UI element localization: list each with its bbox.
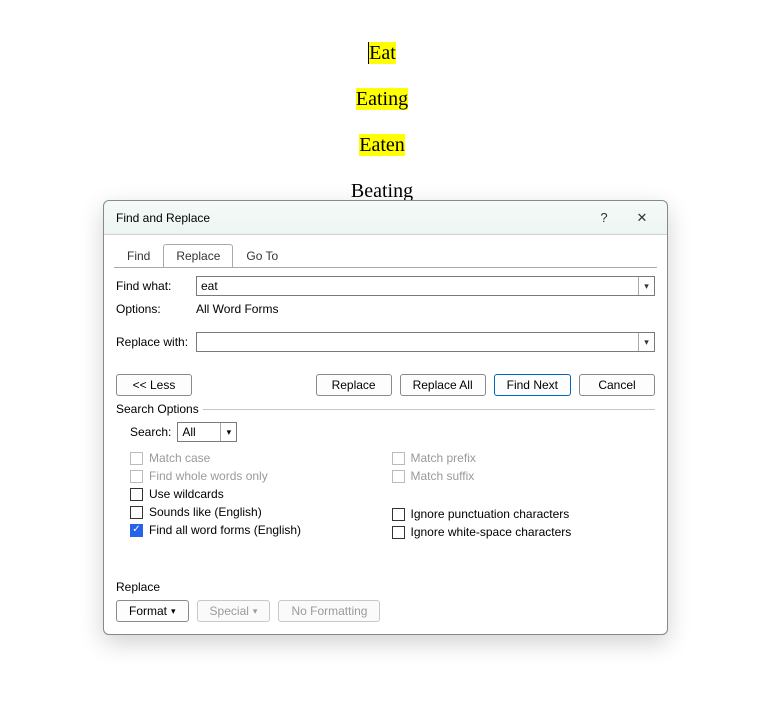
replace-formatting-section: Replace Format▾ Special▾ No Formatting	[116, 580, 655, 622]
tab-find[interactable]: Find	[114, 244, 163, 268]
check-wildcards[interactable]: Use wildcards	[130, 486, 392, 502]
checkbox-icon	[130, 506, 143, 519]
checkbox-icon	[130, 470, 143, 483]
tab-replace[interactable]: Replace	[163, 244, 233, 268]
tab-strip: Find Replace Go To	[104, 235, 667, 267]
check-match-suffix: Match suffix	[392, 468, 654, 484]
doc-word-4: Beating	[351, 180, 413, 202]
titlebar[interactable]: Find and Replace ? ✕	[104, 201, 667, 235]
chevron-down-icon: ▾	[171, 606, 176, 617]
dialog-content: Find what: ▾ Options: All Word Forms Rep…	[104, 268, 667, 634]
special-button: Special▾	[197, 600, 271, 622]
cancel-button[interactable]: Cancel	[579, 374, 655, 396]
replace-with-label: Replace with:	[116, 335, 196, 349]
no-formatting-button: No Formatting	[278, 600, 380, 622]
doc-word-2: Eating	[356, 88, 408, 110]
chevron-down-icon[interactable]: ▾	[638, 333, 654, 351]
find-replace-dialog: Find and Replace ? ✕ Find Replace Go To …	[103, 200, 668, 635]
replace-all-button[interactable]: Replace All	[400, 374, 486, 396]
checkbox-icon	[392, 526, 405, 539]
options-label: Options:	[116, 302, 196, 316]
find-what-combo[interactable]: ▾	[196, 276, 655, 296]
help-button[interactable]: ?	[585, 205, 623, 231]
find-what-label: Find what:	[116, 279, 196, 293]
search-direction-combo[interactable]: All ▾	[177, 422, 237, 442]
search-options-legend: Search Options	[116, 402, 203, 416]
replace-section-header: Replace	[116, 580, 655, 594]
close-button[interactable]: ✕	[623, 205, 661, 231]
check-ignore-punct[interactable]: Ignore punctuation characters	[392, 506, 654, 522]
checkbox-icon	[392, 452, 405, 465]
checkbox-icon: ✓	[130, 524, 143, 537]
check-match-prefix: Match prefix	[392, 450, 654, 466]
check-ignore-whitespace[interactable]: Ignore white-space characters	[392, 524, 654, 540]
document-area: Eat Eating Eaten Beating	[0, 0, 764, 214]
chevron-down-icon[interactable]: ▾	[220, 423, 236, 441]
check-sounds-like[interactable]: Sounds like (English)	[130, 504, 392, 520]
checkbox-icon	[130, 452, 143, 465]
find-next-button[interactable]: Find Next	[494, 374, 571, 396]
tab-goto[interactable]: Go To	[233, 244, 291, 268]
search-options-group: Search Options Search: All ▾ Match case …	[116, 402, 655, 544]
check-word-forms[interactable]: ✓Find all word forms (English)	[130, 522, 392, 538]
search-direction-value: All	[178, 423, 220, 441]
chevron-down-icon[interactable]: ▾	[638, 277, 654, 295]
find-what-input[interactable]	[197, 277, 638, 295]
checkbox-icon	[392, 470, 405, 483]
replace-with-combo[interactable]: ▾	[196, 332, 655, 352]
search-direction-label: Search:	[130, 425, 171, 439]
replace-with-input[interactable]	[197, 333, 638, 351]
check-whole-words: Find whole words only	[130, 468, 392, 484]
format-button[interactable]: Format▾	[116, 600, 189, 622]
replace-button[interactable]: Replace	[316, 374, 392, 396]
less-button[interactable]: << Less	[116, 374, 192, 396]
options-value: All Word Forms	[196, 302, 655, 316]
check-match-case: Match case	[130, 450, 392, 466]
dialog-title: Find and Replace	[116, 211, 585, 225]
checkbox-icon	[130, 488, 143, 501]
chevron-down-icon: ▾	[253, 606, 258, 617]
doc-word-3: Eaten	[359, 134, 405, 156]
checkbox-icon	[392, 508, 405, 521]
doc-word-1: Eat	[368, 42, 396, 64]
